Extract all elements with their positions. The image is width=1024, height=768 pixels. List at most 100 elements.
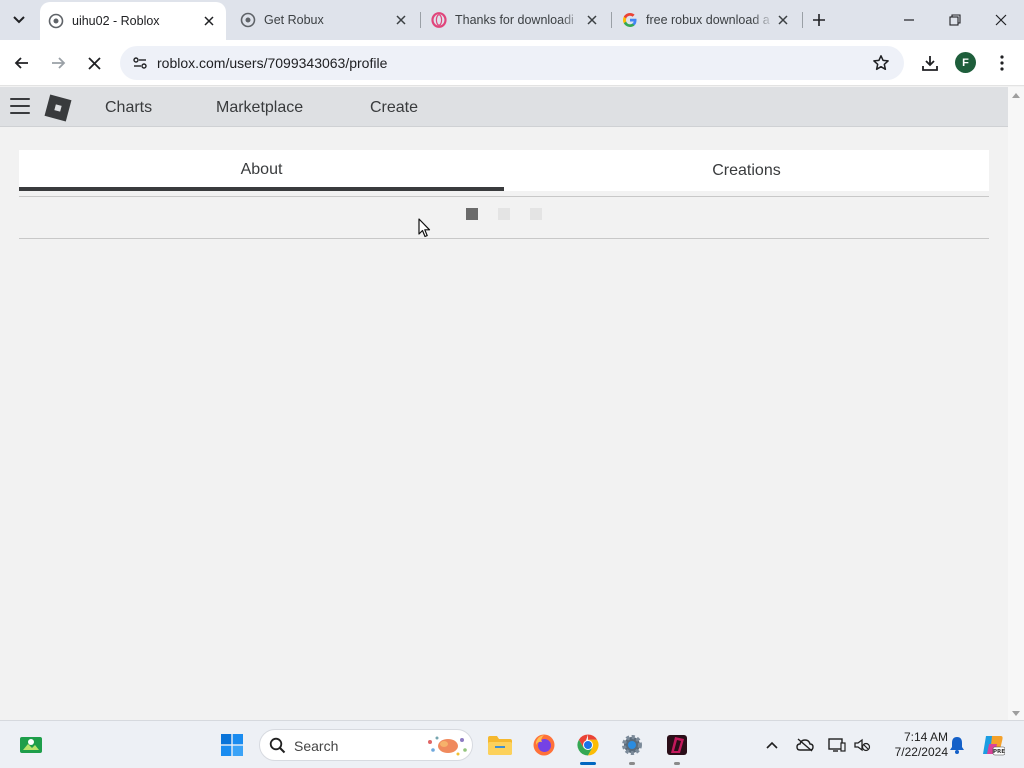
hamburger-menu-icon[interactable] bbox=[10, 98, 30, 116]
chevron-down-icon bbox=[13, 16, 25, 24]
cloud-offline-icon bbox=[796, 738, 814, 752]
firefox-icon bbox=[533, 734, 555, 756]
bookmark-star-icon[interactable] bbox=[870, 52, 892, 74]
windows-logo-icon bbox=[221, 734, 243, 756]
arrow-right-icon bbox=[52, 57, 66, 69]
download-icon bbox=[922, 56, 938, 71]
copilot-button[interactable]: PRE bbox=[980, 735, 1006, 756]
widgets-icon bbox=[20, 737, 42, 753]
downloads-button[interactable] bbox=[916, 49, 944, 77]
minimize-button[interactable] bbox=[886, 0, 932, 40]
system-clock[interactable]: 7:14 AM 7/22/2024 bbox=[878, 730, 948, 760]
tab-creations[interactable]: Creations bbox=[504, 150, 989, 191]
tab-search-button[interactable] bbox=[6, 8, 32, 32]
tab-roblox-profile[interactable]: uihu02 - Roblox bbox=[40, 2, 226, 40]
running-app-indicator bbox=[629, 762, 635, 765]
search-icon bbox=[269, 737, 286, 754]
nav-marketplace[interactable]: Marketplace bbox=[216, 99, 303, 117]
nav-charts[interactable]: Charts bbox=[105, 99, 152, 117]
url-text[interactable]: roblox.com/users/7099343063/profile bbox=[157, 55, 387, 71]
new-tab-button[interactable] bbox=[808, 9, 830, 31]
tab-about[interactable]: About bbox=[19, 150, 504, 191]
active-app-indicator bbox=[580, 762, 596, 765]
close-icon[interactable] bbox=[392, 11, 410, 29]
tab-title: uihu02 - Roblox bbox=[72, 14, 160, 28]
roblox-studio-button[interactable] bbox=[660, 729, 694, 765]
roblox-favicon-icon bbox=[48, 13, 64, 29]
settings-button[interactable] bbox=[615, 729, 649, 765]
opera-favicon-icon bbox=[431, 12, 447, 28]
scroll-down-arrow-icon[interactable] bbox=[1012, 711, 1020, 716]
roblox-favicon-icon bbox=[240, 12, 256, 28]
stop-loading-button[interactable] bbox=[80, 49, 108, 77]
address-bar[interactable]: roblox.com/users/7099343063/profile bbox=[120, 46, 904, 80]
taskbar-search[interactable]: Search bbox=[259, 729, 473, 761]
close-window-button[interactable] bbox=[978, 0, 1024, 40]
chrome-icon bbox=[577, 734, 599, 756]
roblox-logo-icon[interactable] bbox=[44, 94, 72, 122]
tab-title: Thanks for downloadi bbox=[455, 13, 583, 27]
display-network-icon bbox=[828, 738, 846, 752]
close-icon bbox=[87, 56, 101, 70]
onedrive-button[interactable] bbox=[795, 735, 815, 755]
sound-muted-icon bbox=[854, 738, 871, 752]
browser-toolbar: roblox.com/users/7099343063/profile F bbox=[0, 40, 1024, 86]
content-divider bbox=[19, 238, 989, 239]
roblox-header: Charts Marketplace Create bbox=[0, 87, 1008, 127]
gear-icon bbox=[622, 735, 642, 755]
tab-title: Get Robux bbox=[264, 13, 324, 27]
start-button[interactable] bbox=[215, 729, 249, 761]
search-label: Search bbox=[294, 738, 339, 754]
show-hidden-icons-button[interactable] bbox=[762, 735, 782, 755]
tab-separator bbox=[802, 12, 803, 28]
tab-separator bbox=[611, 12, 612, 28]
widgets-button[interactable] bbox=[14, 729, 48, 761]
restore-button[interactable] bbox=[932, 0, 978, 40]
close-icon[interactable] bbox=[583, 11, 601, 29]
tab-google-search[interactable]: free robux download a bbox=[614, 0, 800, 40]
search-highlight-icon bbox=[428, 736, 467, 756]
mouse-cursor-icon bbox=[418, 218, 431, 238]
chrome-button[interactable] bbox=[571, 729, 605, 765]
running-app-indicator bbox=[674, 762, 680, 765]
forward-button[interactable] bbox=[44, 49, 72, 77]
close-icon[interactable] bbox=[200, 12, 218, 30]
tab-title: free robux download a bbox=[646, 13, 774, 27]
svg-text:PRE: PRE bbox=[993, 749, 1005, 755]
clock-date: 7/22/2024 bbox=[894, 745, 948, 759]
nav-create[interactable]: Create bbox=[370, 99, 418, 117]
tab-thanks-for-downloading[interactable]: Thanks for downloadi bbox=[423, 0, 609, 40]
windows-taskbar: Search 7:14 AM 7/22/2024 PRE bbox=[0, 720, 1024, 768]
page-viewport: Charts Marketplace Create About Creation… bbox=[0, 87, 1008, 720]
restore-icon bbox=[949, 14, 961, 26]
page-scrollbar[interactable] bbox=[1008, 87, 1024, 720]
bell-icon bbox=[950, 737, 964, 754]
loading-indicator-dot bbox=[530, 208, 542, 220]
site-settings-icon[interactable] bbox=[128, 51, 152, 75]
file-explorer-button[interactable] bbox=[483, 729, 517, 761]
copilot-icon: PRE bbox=[983, 736, 1005, 756]
folder-icon bbox=[488, 736, 512, 755]
plus-icon bbox=[813, 14, 825, 26]
browser-menu-button[interactable] bbox=[988, 49, 1016, 77]
content-divider bbox=[19, 196, 989, 197]
volume-button[interactable] bbox=[852, 735, 872, 755]
google-favicon-icon bbox=[622, 12, 638, 28]
tab-get-robux[interactable]: Get Robux bbox=[232, 0, 418, 40]
back-button[interactable] bbox=[8, 49, 36, 77]
more-vertical-icon bbox=[1000, 55, 1004, 71]
close-icon bbox=[995, 14, 1007, 26]
scroll-up-arrow-icon[interactable] bbox=[1012, 93, 1020, 98]
loading-indicator-dot bbox=[498, 208, 510, 220]
firefox-button[interactable] bbox=[527, 729, 561, 761]
close-icon[interactable] bbox=[774, 11, 792, 29]
profile-avatar[interactable]: F bbox=[955, 52, 976, 73]
arrow-left-icon bbox=[14, 57, 28, 69]
network-button[interactable] bbox=[827, 735, 847, 755]
profile-tabs: About Creations bbox=[19, 150, 989, 191]
notifications-button[interactable] bbox=[947, 735, 967, 755]
chevron-up-icon bbox=[766, 741, 778, 749]
roblox-studio-icon bbox=[667, 735, 687, 755]
tab-separator bbox=[420, 12, 421, 28]
tab-strip: uihu02 - Roblox Get Robux Thanks for dow… bbox=[0, 0, 1024, 40]
